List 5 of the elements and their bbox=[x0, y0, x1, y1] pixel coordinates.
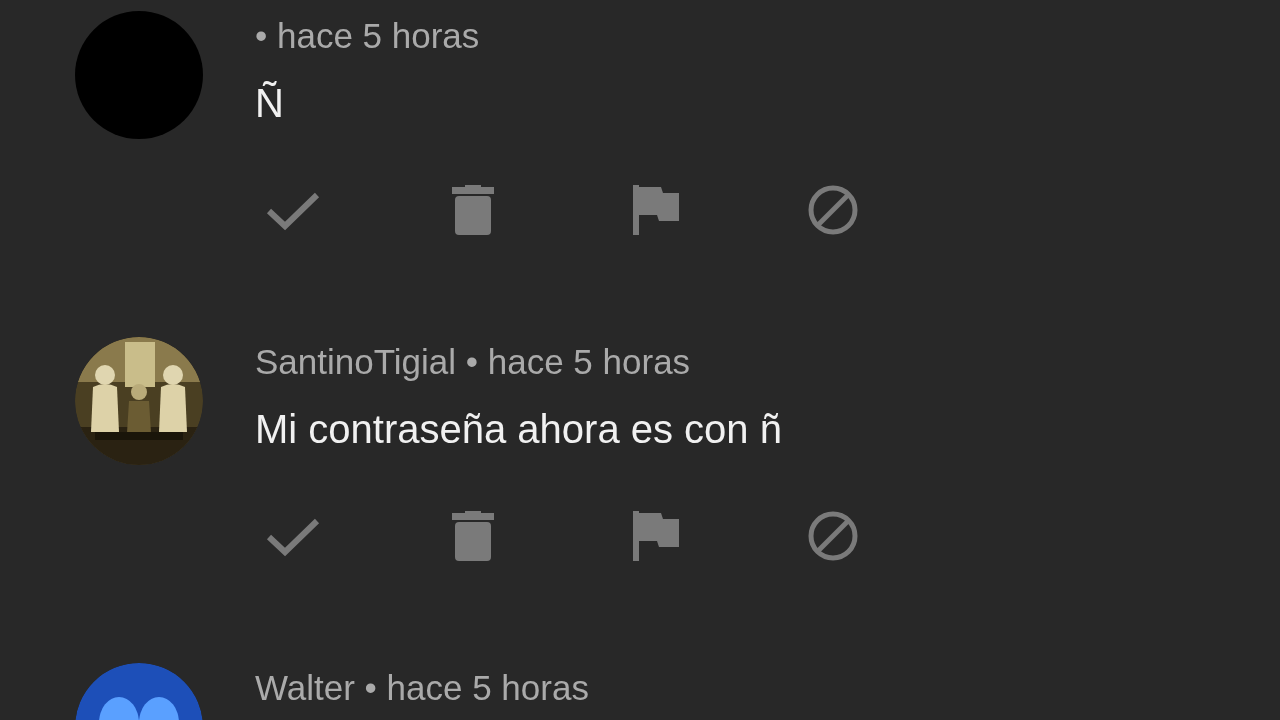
comment-meta: SantinoTigial • hace 5 horas bbox=[255, 341, 692, 383]
comment-text: Ñ bbox=[255, 80, 285, 127]
comment-meta: Walter • hace 5 horas bbox=[255, 667, 590, 709]
comment-meta: • hace 5 horas bbox=[255, 15, 481, 57]
comment-text: Mi contraseña ahora es con ñ bbox=[255, 406, 783, 453]
